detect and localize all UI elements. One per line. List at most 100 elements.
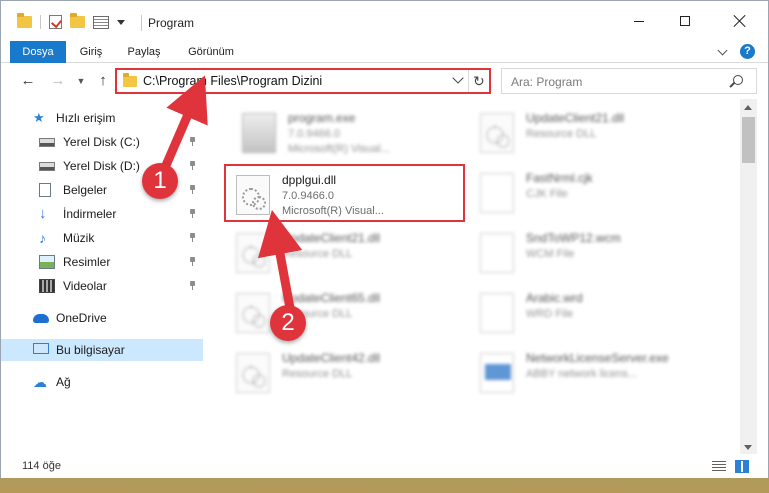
scroll-thumb[interactable] (742, 117, 755, 163)
file-name: program.exe (288, 111, 356, 125)
file-type: WRD File (526, 308, 574, 320)
large-icons-view-icon[interactable] (735, 460, 749, 473)
file-item[interactable]: UpdateClient21.dll Resource DLL (456, 103, 696, 163)
item-count: 114 öğe (22, 460, 61, 472)
divider (40, 15, 41, 29)
address-history-chevron-icon[interactable] (452, 72, 464, 84)
divider (468, 70, 469, 92)
properties-check-icon[interactable] (49, 15, 62, 29)
sidebar-item-label: Yerel Disk (C:) (63, 135, 140, 149)
file-list: program.exe 7.0.9466.0 Microsoft(R) Visu… (206, 99, 740, 454)
dll-file-icon (236, 353, 270, 393)
chevron-down-icon[interactable] (117, 19, 125, 25)
scroll-up-icon[interactable] (744, 105, 752, 110)
sidebar-item-pictures[interactable]: Resimler (1, 251, 203, 273)
file-name: UpdateClient21.dll (526, 111, 625, 125)
tab-share[interactable]: Paylaş (122, 41, 166, 63)
pin-icon[interactable] (189, 233, 196, 242)
file-item[interactable]: Arabic.wrd WRD File (456, 283, 696, 343)
window-title: Program (148, 16, 195, 30)
search-placeholder: Ara: Program (511, 75, 583, 89)
file-type: Resource DLL (282, 368, 353, 380)
exe-file-icon (242, 113, 276, 153)
network-icon: ☁ (33, 374, 47, 390)
status-bar: 114 öğe (1, 454, 768, 478)
tab-view[interactable]: Görünüm (181, 41, 241, 63)
file-icon (480, 233, 514, 273)
file-name: Arabic.wrd (526, 291, 583, 305)
documents-icon (39, 183, 51, 197)
navigation-pane: ★ Hızlı erişim Yerel Disk (C:) Yerel Dis… (1, 99, 206, 454)
highlight-box (224, 164, 465, 222)
dll-file-icon (236, 233, 270, 273)
dll-file-icon (480, 113, 514, 153)
title-bar: Program (1, 1, 768, 41)
pin-icon[interactable] (189, 185, 196, 194)
search-icon[interactable] (733, 75, 743, 85)
sidebar-item-videos[interactable]: Videolar (1, 275, 203, 297)
sidebar-item-label: Bu bilgisayar (56, 343, 125, 357)
file-type: WCM File (526, 248, 575, 260)
recent-locations-chevron-icon[interactable]: ▼ (76, 73, 86, 89)
forward-arrow-icon[interactable]: → (50, 73, 66, 89)
maximize-button[interactable] (662, 1, 708, 41)
file-item[interactable]: program.exe 7.0.9466.0 Microsoft(R) Visu… (218, 103, 458, 163)
file-name: NetworkLicenseServer.exe (526, 351, 669, 365)
sidebar-item-downloads[interactable]: ↓ İndirmeler (1, 203, 203, 225)
pin-icon[interactable] (189, 209, 196, 218)
divider (141, 15, 142, 31)
file-item[interactable]: FastNrml.cjk CJK File (456, 163, 696, 223)
pin-icon[interactable] (189, 137, 196, 146)
search-input[interactable]: Ara: Program (501, 68, 757, 94)
refresh-icon[interactable]: ↻ (473, 72, 485, 90)
file-type: CJK File (526, 188, 568, 200)
pin-icon[interactable] (189, 257, 196, 266)
sidebar-item-label: Hızlı erişim (56, 111, 116, 125)
file-item[interactable]: NetworkLicenseServer.exe ABBY network li… (456, 343, 696, 403)
ribbon-tabs: Dosya Giriş Paylaş Görünüm ? (1, 41, 768, 101)
address-bar[interactable]: C:\Program Files\Program Dizini ↻ (115, 68, 491, 94)
file-description: ABBY network licens... (526, 368, 638, 380)
details-view-icon[interactable] (712, 461, 726, 472)
tab-home[interactable]: Giriş (73, 41, 109, 63)
sidebar-item-label: OneDrive (56, 311, 107, 325)
file-item[interactable]: UpdateClient42.dll Resource DLL (212, 343, 452, 403)
file-item[interactable]: UpdateClient65.dll Resource DLL (212, 283, 452, 343)
folder-icon[interactable] (17, 13, 32, 28)
pin-icon[interactable] (189, 281, 196, 290)
sidebar-item-label: Müzik (63, 231, 95, 245)
maximize-icon (680, 16, 690, 26)
sidebar-item-this-pc[interactable]: Bu bilgisayar (1, 339, 203, 361)
file-item[interactable]: SndToWP12.wcm WCM File (456, 223, 696, 283)
sidebar-item-onedrive[interactable]: OneDrive (1, 307, 203, 329)
vertical-scrollbar[interactable] (740, 99, 757, 454)
file-name: UpdateClient42.dll (282, 351, 381, 365)
sidebar-item-local-disk-c[interactable]: Yerel Disk (C:) (1, 131, 203, 153)
file-item[interactable]: UpdateClient21.dll Resource DLL (212, 223, 452, 283)
file-description: Microsoft(R) Visual... (288, 143, 390, 155)
quick-access-toolbar (17, 13, 125, 29)
back-arrow-icon[interactable]: ← (20, 73, 36, 89)
sidebar-item-label: Ağ (56, 375, 71, 389)
pin-icon[interactable] (189, 161, 196, 170)
sidebar-item-label: Belgeler (63, 183, 108, 197)
sidebar-item-music[interactable]: ♪ Müzik (1, 227, 203, 249)
sidebar-item-network[interactable]: ☁ Ağ (1, 371, 203, 393)
new-folder-icon[interactable] (70, 13, 85, 28)
up-arrow-icon[interactable]: ↑ (95, 73, 111, 89)
step-badge-1: 1 (142, 163, 178, 199)
downloads-icon: ↓ (39, 205, 47, 222)
sidebar-item-quick-access[interactable]: ★ Hızlı erişim (1, 107, 203, 129)
view-options-icon[interactable] (93, 15, 109, 29)
videos-icon (39, 279, 55, 293)
file-type: Resource DLL (526, 128, 597, 140)
scroll-down-icon[interactable] (744, 445, 752, 450)
help-icon[interactable]: ? (740, 44, 755, 59)
close-button[interactable] (717, 1, 763, 41)
minimize-button[interactable] (616, 1, 662, 41)
address-path[interactable]: C:\Program Files\Program Dizini (143, 74, 322, 88)
star-icon: ★ (33, 110, 45, 125)
expand-ribbon-chevron-icon[interactable] (717, 45, 728, 56)
sidebar-item-label: Resimler (63, 255, 111, 269)
sidebar-item-label: Yerel Disk (D:) (63, 159, 140, 173)
